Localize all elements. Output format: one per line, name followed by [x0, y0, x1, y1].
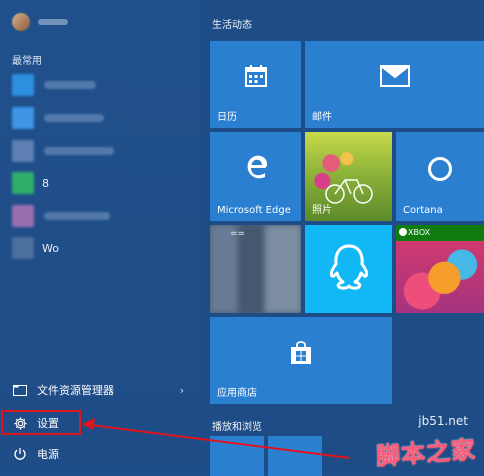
group-label-life: 生活动态 — [212, 20, 252, 31]
file-explorer-label: 文件资源管理器 — [37, 384, 114, 397]
start-menu-left-pane: 最常用 8 Wo 文件资源管理器 › 设置 电源 — [0, 0, 200, 471]
file-explorer-item[interactable]: 文件资源管理器 › — [0, 377, 200, 403]
app-label-blurred — [44, 212, 110, 220]
app-icon — [12, 107, 34, 129]
watermark-url: jb51.net — [418, 414, 468, 428]
xbox-banner: XBOX — [396, 225, 484, 241]
power-item[interactable]: 电源 — [0, 441, 200, 467]
group-label-play: 播放和浏览 — [212, 422, 262, 433]
calendar-icon — [244, 64, 268, 92]
blurred-content — [210, 225, 301, 313]
settings-highlight-box — [1, 410, 81, 435]
store-bag-icon — [290, 341, 312, 369]
app-label-blurred — [44, 114, 104, 122]
xbox-logo-icon — [399, 228, 407, 236]
app-icon — [12, 205, 34, 227]
tile-partial-2[interactable] — [268, 436, 322, 476]
tile-microsoft-edge[interactable]: Microsoft Edge — [210, 132, 301, 221]
tile-xbox-game[interactable]: XBOX — [396, 225, 484, 313]
app-icon — [12, 140, 34, 162]
blurred-prefix: == — [230, 229, 246, 239]
qq-penguin-icon — [327, 242, 371, 296]
frequent-app-item[interactable] — [12, 72, 197, 98]
tile-mail[interactable]: 邮件 — [305, 41, 484, 128]
app-label: 8 — [42, 176, 49, 190]
user-account[interactable] — [12, 10, 68, 34]
watermark: jb51.net 脚本之家 — [328, 414, 478, 470]
app-icon — [12, 172, 34, 194]
tile-blurred[interactable]: == — [210, 225, 301, 313]
tile-photos-label: 照片 — [312, 205, 332, 216]
frequent-app-item[interactable] — [12, 203, 197, 229]
tile-store[interactable]: 应用商店 — [210, 317, 392, 404]
frequent-app-item[interactable] — [12, 105, 197, 131]
user-name-blurred — [38, 19, 68, 25]
power-label: 电源 — [37, 448, 59, 461]
app-icon — [12, 74, 34, 96]
chevron-right-icon[interactable]: › — [180, 384, 184, 397]
frequent-app-item[interactable]: Wo — [12, 235, 197, 261]
tile-calendar-label: 日历 — [217, 112, 237, 123]
tile-store-label: 应用商店 — [217, 388, 257, 399]
folder-icon — [12, 382, 28, 398]
power-icon — [12, 446, 28, 462]
tile-qq[interactable] — [305, 225, 392, 313]
tile-edge-label: Microsoft Edge — [217, 205, 291, 216]
tile-cortana[interactable]: Cortana — [396, 132, 484, 221]
tile-mail-label: 邮件 — [312, 112, 332, 123]
frequent-app-item[interactable] — [12, 138, 197, 164]
tile-partial-1[interactable] — [210, 436, 264, 476]
tile-calendar[interactable]: 日历 — [210, 41, 301, 128]
mail-icon — [379, 64, 410, 91]
edge-icon — [243, 153, 269, 183]
app-label-blurred — [44, 81, 96, 89]
xbox-label: XBOX — [408, 228, 431, 237]
tile-cortana-label: Cortana — [403, 205, 443, 216]
section-label-frequent: 最常用 — [12, 56, 42, 67]
app-label: Wo — [42, 241, 59, 255]
tiles-pane: 生活动态 日历 邮件 Microsoft Edge 照片 Cortana == … — [200, 0, 484, 476]
tile-photos[interactable]: 照片 — [305, 132, 392, 221]
app-icon — [12, 237, 34, 259]
watermark-text: 脚本之家 — [375, 435, 478, 471]
app-label-blurred — [44, 147, 114, 155]
frequent-app-item[interactable]: 8 — [12, 170, 197, 196]
cortana-ring-icon — [427, 156, 453, 186]
avatar — [12, 13, 30, 31]
